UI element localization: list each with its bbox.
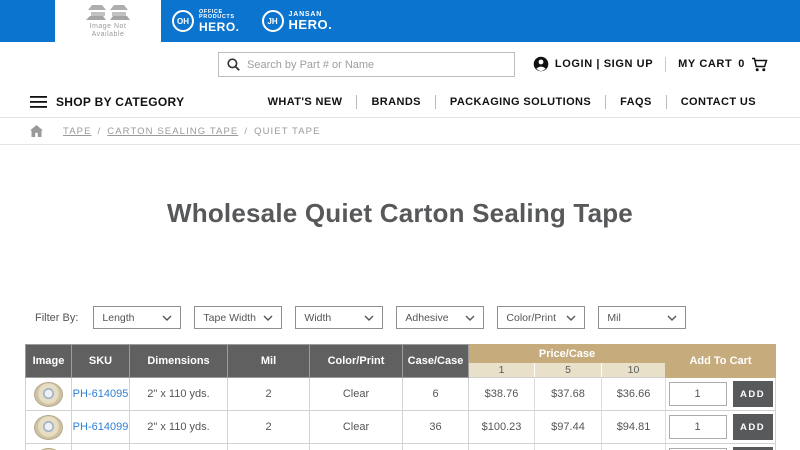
chevron-down-icon: [566, 315, 576, 321]
top-brand-bar: Image Not Available OH OFFICE PRODUCTS H…: [0, 0, 800, 42]
breadcrumb-current: QUIET TAPE: [254, 125, 321, 137]
nav-item-faqs[interactable]: FAQS: [606, 96, 666, 108]
shop-by-category-label: SHOP BY CATEGORY: [56, 94, 185, 109]
oph-word3: HERO.: [199, 19, 240, 34]
nav-item-contact-us[interactable]: CONTACT US: [667, 96, 770, 108]
main-nav: SHOP BY CATEGORY WHAT'S NEW BRANDS PACKA…: [0, 86, 800, 117]
col-header-image: Image: [25, 344, 72, 378]
filter-dropdown-color-print[interactable]: Color/Print: [497, 306, 586, 329]
filter-dropdown-tape-width[interactable]: Tape Width: [194, 306, 283, 329]
breadcrumb-link-carton-sealing-tape[interactable]: CARTON SEALING TAPE: [107, 126, 238, 137]
chevron-down-icon: [465, 315, 475, 321]
filter-dropdown-label: Color/Print: [506, 311, 557, 324]
login-signup-label: LOGIN | SIGN UP: [554, 58, 654, 70]
login-signup-link[interactable]: LOGIN | SIGN UP: [533, 56, 653, 72]
price-tier-10: 10: [600, 362, 667, 378]
product-table: Image SKU Dimensions Mil Color/Print Cas…: [25, 344, 777, 450]
chevron-down-icon: [162, 315, 172, 321]
price-10-value: $94.81: [600, 410, 667, 444]
filter-bar: Filter By: Length Tape Width Width Adhes…: [35, 306, 800, 329]
oph-circle-icon: OH: [172, 10, 194, 32]
case-case-value: 6: [402, 377, 469, 411]
search-box[interactable]: [218, 52, 515, 77]
cart-icon: [752, 57, 768, 71]
search-icon: [227, 58, 240, 71]
table-row: PH-614095 2" x 110 yds. 2 Clear 6 $38.76…: [25, 377, 777, 411]
shop-by-category-button[interactable]: SHOP BY CATEGORY: [30, 95, 184, 109]
logo-placeholder-line1: Image Not: [89, 23, 127, 30]
mil-value: 2: [227, 410, 310, 444]
quantity-input[interactable]: [668, 382, 727, 406]
mil-value: 2: [227, 377, 310, 411]
col-header-price-case: Price/Case: [467, 344, 667, 363]
jansan-circle-icon: JH: [261, 10, 284, 32]
jansan-word2: HERO.: [288, 17, 333, 32]
add-to-cart-button[interactable]: ADD: [732, 414, 773, 440]
table-row-partial: [25, 443, 777, 450]
my-cart-label: MY CART: [678, 58, 733, 70]
filter-dropdown-width[interactable]: Width: [295, 306, 384, 329]
case-case-value: 36: [402, 410, 469, 444]
cart-count: 0: [738, 58, 745, 70]
table-row: PH-614099 2" x 110 yds. 2 Clear 36 $100.…: [25, 410, 777, 444]
filter-dropdown-label: Adhesive: [405, 311, 449, 324]
nav-item-packaging-solutions[interactable]: PACKAGING SOLUTIONS: [436, 96, 605, 108]
breadcrumb-link-tape[interactable]: TAPE: [63, 126, 92, 137]
logo-placeholder-line2: Available: [91, 31, 125, 38]
col-header-dimensions: Dimensions: [129, 344, 228, 378]
price-1-value: $100.23: [468, 410, 535, 444]
filter-dropdown-label: Length: [102, 311, 135, 324]
breadcrumb-separator: /: [97, 125, 102, 137]
chevron-down-icon: [263, 315, 273, 321]
product-image-tape-roll[interactable]: [34, 381, 63, 407]
office-products-hero-logo[interactable]: OH OFFICE PRODUCTS HERO.: [172, 9, 240, 34]
chevron-down-icon: [667, 315, 677, 321]
price-tier-5: 5: [534, 362, 602, 378]
my-cart-link[interactable]: MY CART 0: [678, 57, 768, 72]
color-print-value: Clear: [309, 410, 403, 444]
price-5-value: $37.68: [534, 377, 602, 411]
jansan-hero-logo[interactable]: JH JANSAN HERO.: [261, 10, 333, 32]
nav-item-whats-new[interactable]: WHAT'S NEW: [254, 96, 357, 108]
search-account-row: LOGIN | SIGN UP MY CART 0: [0, 42, 800, 86]
hamburger-menu-icon: [30, 95, 47, 108]
price-1-value: $38.76: [468, 377, 535, 411]
col-header-mil: Mil: [227, 344, 310, 378]
search-input[interactable]: [247, 58, 506, 71]
home-icon[interactable]: [30, 125, 43, 137]
image-not-available-icon: [86, 5, 130, 20]
nav-item-brands[interactable]: BRANDS: [357, 96, 434, 108]
price-tier-1: 1: [468, 362, 535, 378]
col-header-case-case: Case/Case: [402, 344, 469, 378]
page-title: Wholesale Quiet Carton Sealing Tape: [167, 198, 633, 228]
sku-link[interactable]: PH-614095: [73, 388, 129, 400]
user-icon: [533, 56, 549, 72]
dimensions-value: 2" x 110 yds.: [129, 377, 228, 411]
quantity-input[interactable]: [668, 415, 727, 439]
filter-dropdown-adhesive[interactable]: Adhesive: [396, 306, 485, 329]
filter-by-label: Filter By:: [35, 311, 79, 324]
add-to-cart-button[interactable]: ADD: [732, 381, 773, 407]
account-divider: [665, 56, 667, 72]
breadcrumb: TAPE / CARTON SEALING TAPE / QUIET TAPE: [0, 117, 800, 145]
filter-dropdown-label: Mil: [607, 311, 621, 324]
filter-dropdown-length[interactable]: Length: [93, 306, 182, 329]
chevron-down-icon: [364, 315, 374, 321]
dimensions-value: 2" x 110 yds.: [129, 410, 228, 444]
filter-dropdown-mil[interactable]: Mil: [598, 306, 687, 329]
color-print-value: Clear: [309, 377, 403, 411]
col-header-color-print: Color/Print: [309, 344, 403, 378]
filter-dropdown-label: Width: [304, 311, 332, 324]
col-header-add-to-cart: Add To Cart: [665, 344, 777, 378]
filter-dropdown-label: Tape Width: [203, 311, 256, 324]
col-header-sku: SKU: [71, 344, 130, 378]
company-logo[interactable]: Image Not Available: [55, 0, 161, 42]
breadcrumb-separator: /: [244, 125, 249, 137]
price-5-value: $97.44: [534, 410, 602, 444]
price-10-value: $36.66: [600, 377, 667, 411]
product-image-tape-roll[interactable]: [34, 414, 63, 440]
sku-link[interactable]: PH-614099: [73, 421, 129, 433]
